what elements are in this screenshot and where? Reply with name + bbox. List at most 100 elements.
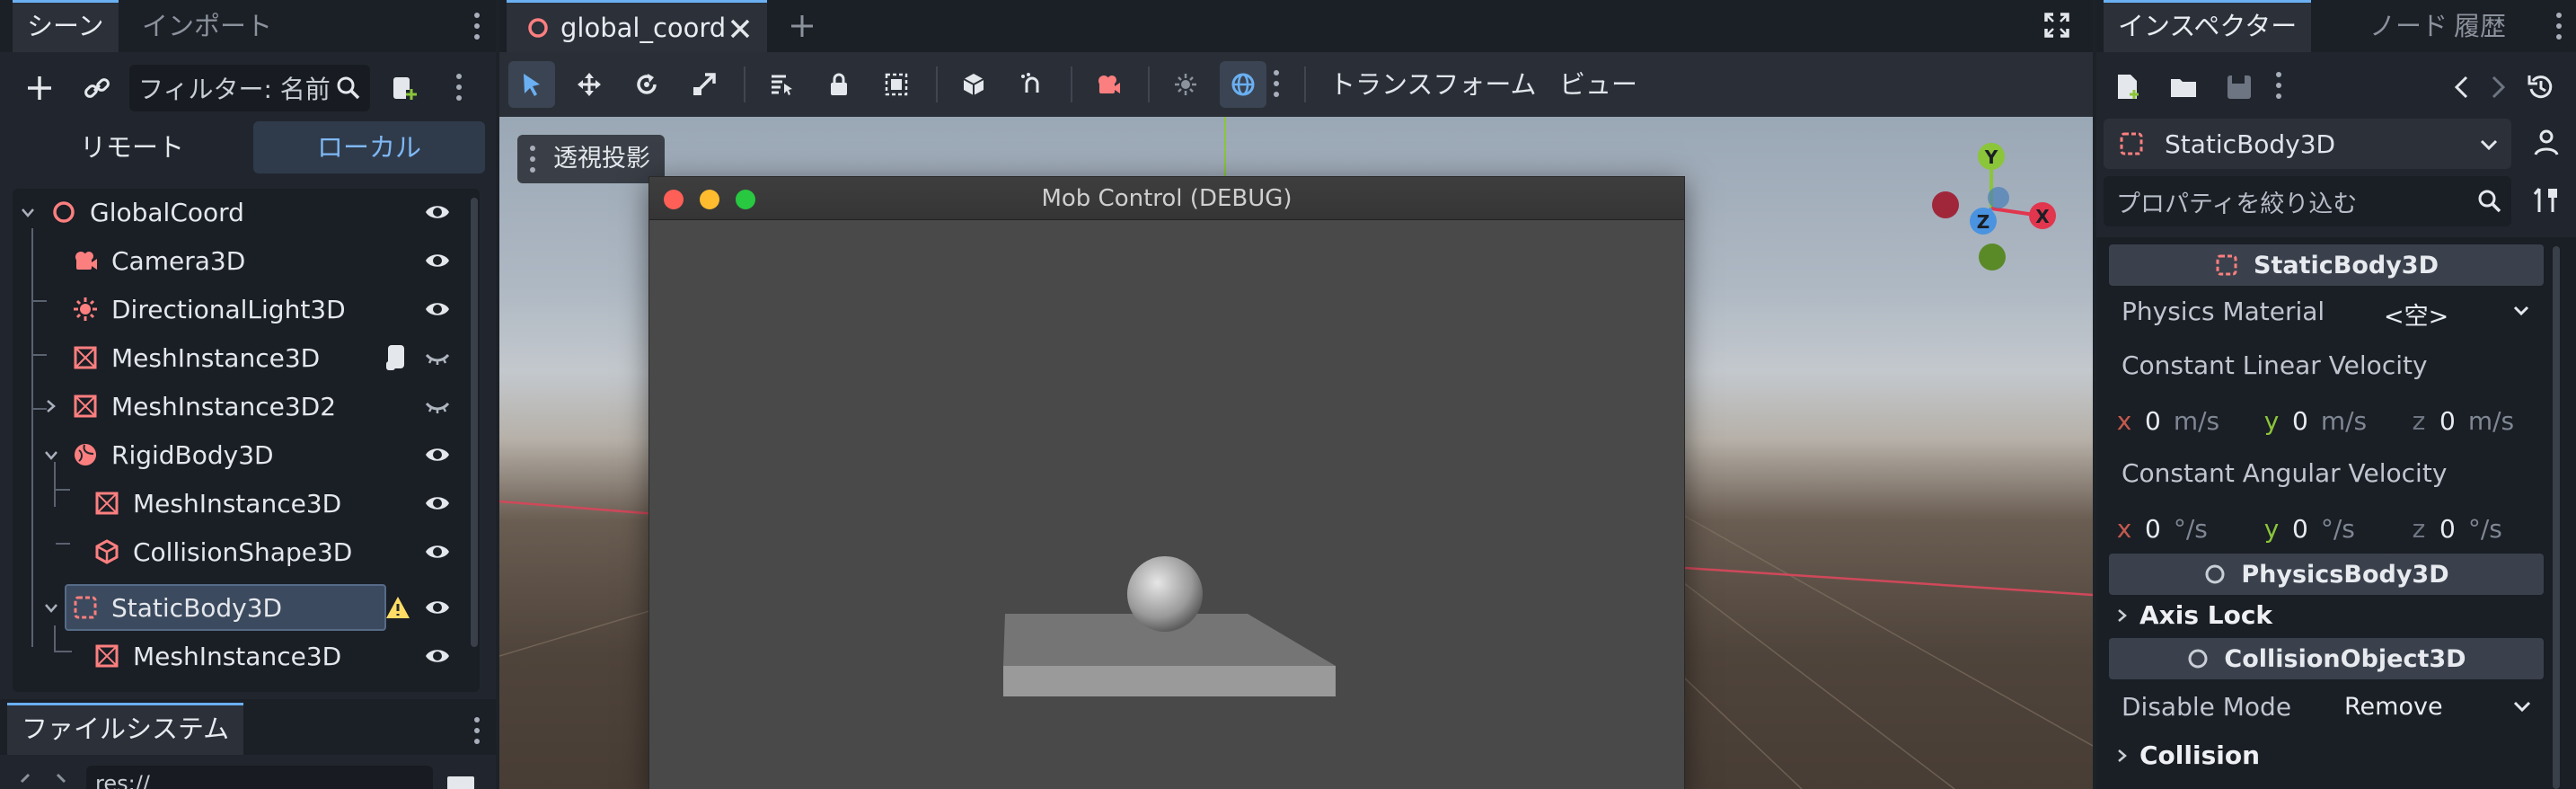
move-icon	[578, 73, 601, 96]
close-icon[interactable]	[729, 18, 751, 40]
resource-options-icon[interactable]	[2276, 72, 2281, 104]
tab-filesystem[interactable]: ファイルシステム	[7, 703, 244, 755]
remote-tab-button[interactable]: リモート	[13, 121, 251, 173]
snap-button[interactable]	[1008, 61, 1054, 108]
tree-item-meshinstance3d[interactable]: MeshInstance3D	[13, 334, 462, 381]
expand-arrow-icon[interactable]	[43, 398, 59, 414]
property-filter-input[interactable]: プロパティを絞り込む	[2104, 176, 2511, 226]
tab-inspector[interactable]: インスペクター	[2104, 0, 2312, 52]
tab-import[interactable]: インポート	[128, 0, 287, 52]
3d-viewport[interactable]: 透視投影 Y X Z Mob Control (DEBUG)	[499, 117, 2093, 789]
group-button[interactable]	[873, 61, 920, 108]
visibility-eye-icon[interactable]	[424, 249, 451, 272]
tab-scene[interactable]: シーン	[13, 0, 119, 52]
section-staticbody3d[interactable]: StaticBody3D	[2109, 244, 2544, 286]
visibility-eye-icon[interactable]	[424, 644, 451, 668]
preview-sun-button[interactable]	[1162, 61, 1209, 108]
instantiate-scene-icon[interactable]	[384, 68, 424, 108]
history-icon[interactable]	[2526, 72, 2556, 102]
back-arrow-icon[interactable]	[2450, 74, 2472, 101]
tree-item-collisionshape3d[interactable]: CollisionShape3D	[13, 528, 462, 575]
tree-item-camera3d[interactable]: Camera3D	[13, 237, 462, 284]
rotate-tool-button[interactable]	[623, 61, 670, 108]
transform-menu[interactable]: トランスフォーム	[1329, 52, 1537, 117]
visibility-eye-icon[interactable]	[424, 492, 451, 515]
preview-environment-button[interactable]	[1220, 61, 1266, 108]
tree-item-globalcoord[interactable]: GlobalCoord	[13, 189, 462, 235]
angular-velocity-y-field[interactable]: y 0 °/s	[2256, 503, 2391, 554]
debug-game-window[interactable]: Mob Control (DEBUG)	[648, 176, 1685, 789]
visibility-eye-icon[interactable]	[424, 596, 451, 619]
linear-velocity-z-field[interactable]: z 0 m/s	[2404, 395, 2538, 446]
select-tool-button[interactable]	[508, 61, 555, 108]
tab-history[interactable]: 履歴	[2439, 0, 2520, 52]
section-physicsbody3d[interactable]: PhysicsBody3D	[2109, 554, 2544, 595]
tree-item-meshinstance3d2[interactable]: MeshInstance3D2	[13, 383, 462, 430]
local-tab-button[interactable]: ローカル	[253, 121, 485, 173]
linear-velocity-y-field[interactable]: y 0 m/s	[2256, 395, 2391, 446]
list-select-button[interactable]	[758, 61, 805, 108]
scene-tree-scrollbar[interactable]	[471, 198, 478, 647]
orientation-gizmo[interactable]: Y X Z	[1924, 137, 2059, 271]
add-tab-icon[interactable]	[789, 13, 816, 40]
save-icon[interactable]	[2224, 72, 2254, 102]
window-minimize-button[interactable]	[700, 190, 719, 209]
scale-tool-button[interactable]	[681, 61, 728, 108]
scene-filter-input[interactable]: フィルター: 名前	[129, 65, 370, 111]
forward-arrow-icon[interactable]	[2488, 74, 2510, 101]
history-nav-icon[interactable]	[16, 771, 70, 789]
angular-velocity-x-field[interactable]: x 0 °/s	[2109, 503, 2244, 554]
tab-global-coord[interactable]: global_coord	[507, 0, 767, 52]
perspective-menu-button[interactable]: 透視投影	[517, 135, 665, 183]
lock-button[interactable]	[816, 61, 862, 108]
filesystem-path-text: res://	[95, 771, 150, 789]
scene-options-menu-icon[interactable]	[456, 74, 462, 106]
chevron-down-icon[interactable]	[2511, 300, 2531, 320]
script-icon[interactable]	[384, 343, 410, 372]
physics-material-value[interactable]: <空>	[2384, 297, 2448, 332]
tree-item-meshinstance3d-static-child[interactable]: MeshInstance3D	[13, 633, 462, 679]
property-tools-icon[interactable]	[2531, 185, 2562, 216]
preview-camera-button[interactable]	[1085, 61, 1132, 108]
hidden-eye-icon[interactable]	[424, 346, 451, 369]
tree-item-rigidbody3d[interactable]: RigidBody3D	[13, 431, 462, 478]
visibility-eye-icon[interactable]	[424, 297, 451, 321]
filesystem-path-input[interactable]: res://	[86, 766, 433, 789]
collision-group[interactable]: Collision	[2114, 740, 2260, 770]
disable-mode-dropdown[interactable]: Remove	[2332, 683, 2544, 730]
visibility-eye-icon[interactable]	[424, 540, 451, 563]
tree-item-staticbody3d[interactable]: StaticBody3D	[13, 584, 462, 631]
angular-velocity-z-field[interactable]: z 0 °/s	[2404, 503, 2538, 554]
object-selector[interactable]: StaticBody3D	[2104, 119, 2511, 169]
new-resource-icon[interactable]	[2113, 72, 2143, 102]
add-node-icon[interactable]	[20, 68, 59, 108]
linear-velocity-x-field[interactable]: x 0 m/s	[2109, 395, 2244, 446]
collapse-arrow-icon[interactable]	[43, 448, 59, 464]
hidden-eye-icon[interactable]	[424, 394, 451, 418]
local-space-button[interactable]	[950, 61, 997, 108]
view-menu[interactable]: ビュー	[1559, 52, 1637, 117]
visibility-eye-icon[interactable]	[424, 443, 451, 466]
tree-item-directionallight3d[interactable]: DirectionalLight3D	[13, 286, 462, 332]
collapse-arrow-icon[interactable]	[43, 600, 59, 616]
collapse-arrow-icon[interactable]	[20, 205, 36, 221]
warning-icon[interactable]	[384, 595, 411, 620]
window-close-button[interactable]	[664, 190, 684, 209]
environment-options-icon[interactable]	[1274, 70, 1279, 102]
tree-item-meshinstance3d-child[interactable]: MeshInstance3D	[13, 480, 462, 527]
scene-dock-menu-icon[interactable]	[474, 13, 480, 45]
section-collisionobject3d[interactable]: CollisionObject3D	[2109, 638, 2544, 679]
debug-window-titlebar[interactable]: Mob Control (DEBUG)	[649, 177, 1684, 220]
node-info-icon[interactable]	[2531, 128, 2562, 158]
inspector-scrollbar[interactable]	[2553, 246, 2560, 789]
axis-lock-group[interactable]: Axis Lock	[2114, 600, 2272, 630]
link-icon[interactable]	[77, 68, 117, 108]
split-mode-icon[interactable]	[447, 776, 474, 789]
visibility-eye-icon[interactable]	[424, 200, 451, 224]
move-tool-button[interactable]	[566, 61, 613, 108]
inspector-dock-menu-icon[interactable]	[2556, 13, 2562, 45]
filesystem-menu-icon[interactable]	[474, 717, 480, 749]
window-zoom-button[interactable]	[736, 190, 755, 209]
distraction-free-icon[interactable]	[2042, 11, 2071, 40]
open-folder-icon[interactable]	[2168, 72, 2199, 102]
